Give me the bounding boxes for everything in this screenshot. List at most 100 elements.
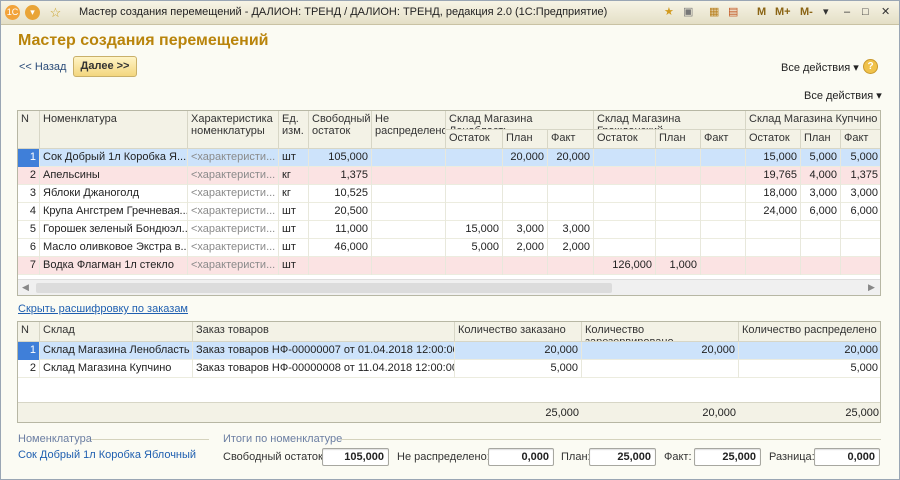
- back-button[interactable]: << Назад: [19, 61, 66, 73]
- table-cell-wh: Склад Магазина Купчино: [40, 360, 193, 378]
- table-cell-w1-1: 2,000: [503, 239, 548, 257]
- undistributed-field[interactable]: 0,000: [488, 448, 554, 466]
- col-header-n[interactable]: N: [18, 322, 40, 342]
- difference-label: Разница:: [769, 451, 815, 463]
- free-rest-field[interactable]: 105,000: [322, 448, 389, 466]
- menu-dropdown-icon[interactable]: ▾: [25, 5, 40, 20]
- plan-label: План:: [561, 451, 591, 463]
- plan-field[interactable]: 25,000: [589, 448, 656, 466]
- table-cell-w2-1: [656, 149, 701, 167]
- table-cell-w1-2: 3,000: [548, 221, 594, 239]
- table-cell-undist: [372, 257, 446, 275]
- maximize-icon[interactable]: □: [862, 5, 869, 20]
- col-header-item[interactable]: Номенклатура: [40, 111, 188, 149]
- sub-header-plan[interactable]: План: [503, 130, 548, 149]
- table-cell-unit: кг: [279, 167, 309, 185]
- table-cell-w3-0: 19,765: [746, 167, 801, 185]
- col-header-undistributed[interactable]: Не распределено: [372, 111, 446, 149]
- next-button[interactable]: Далее >>: [73, 56, 137, 77]
- table-row[interactable]: 2 Склад Магазина Купчино Заказ товаров НФ-…: [18, 360, 880, 378]
- table-row[interactable]: 1 Сок Добрый 1л Коробка Я... <характеристи…: [18, 149, 880, 167]
- table-cell-undist: [372, 203, 446, 221]
- fact-field[interactable]: 25,000: [694, 448, 761, 466]
- table-cell-w1-2: 2,000: [548, 239, 594, 257]
- table-cell-w1-1: 20,000: [503, 149, 548, 167]
- table-cell-unit: кг: [279, 185, 309, 203]
- table-cell-n: 5: [18, 221, 40, 239]
- calculator-icon[interactable]: ▦: [709, 5, 719, 20]
- col-header-reserved[interactable]: Количество зарезервировано: [582, 322, 739, 342]
- table-cell-w2-1: [656, 185, 701, 203]
- scrollbar-thumb[interactable]: [36, 283, 612, 293]
- col-header-free[interactable]: Свободный остаток: [309, 111, 372, 149]
- col-header-ordered[interactable]: Количество заказано: [455, 322, 582, 342]
- scroll-left-icon[interactable]: ◀: [22, 282, 29, 293]
- col-header-characteristic[interactable]: Характеристика номенклатуры: [188, 111, 279, 149]
- table-cell-char: <характеристи...: [188, 167, 279, 185]
- table-cell-free: [309, 257, 372, 275]
- table-row[interactable]: 7 Водка Флагман 1л стекло <характеристи...…: [18, 257, 880, 275]
- table-cell-char: <характеристи...: [188, 239, 279, 257]
- table-cell-undist: [372, 185, 446, 203]
- sub-header-rest[interactable]: Остаток: [594, 130, 656, 149]
- table-cell-order: Заказ товаров НФ-00000008 от 11.04.2018 …: [193, 360, 455, 378]
- sub-header-rest[interactable]: Остаток: [746, 130, 801, 149]
- nomenclature-value[interactable]: Сок Добрый 1л Коробка Яблочный: [18, 449, 196, 461]
- col-header-n[interactable]: N: [18, 111, 40, 149]
- title-bar: 1C ▾ ☆ Мастер создания перемещений - ДАЛ…: [1, 1, 899, 25]
- table-cell-w3-0: [746, 257, 801, 275]
- col-header-wh3[interactable]: Склад Магазина Купчино: [746, 111, 880, 130]
- col-header-warehouse[interactable]: Склад: [40, 322, 193, 342]
- table-cell-n: 1: [18, 149, 40, 167]
- col-header-wh2[interactable]: Склад Магазина Гражданский: [594, 111, 746, 130]
- table-cell-w3-2: [841, 257, 880, 275]
- memory-minus-button[interactable]: M-: [800, 5, 813, 20]
- table-row[interactable]: 5 Горошек зеленый Бондюэл... <характеристи…: [18, 221, 880, 239]
- table-cell-w1-1: 3,000: [503, 221, 548, 239]
- sub-header-plan[interactable]: План: [656, 130, 701, 149]
- table-cell-unit: шт: [279, 239, 309, 257]
- sub-header-fact[interactable]: Факт: [548, 130, 594, 149]
- table-all-actions-menu[interactable]: Все действия ▾: [804, 89, 882, 102]
- col-header-wh1[interactable]: Склад Магазина Ленобласть: [446, 111, 594, 130]
- table-cell-w3-1: [801, 221, 841, 239]
- app-logo-icon[interactable]: 1C: [5, 5, 20, 20]
- sub-header-fact[interactable]: Факт: [701, 130, 746, 149]
- calendar-icon[interactable]: ▤: [728, 5, 738, 20]
- table-row[interactable]: 6 Масло оливковое Экстра в... <характерист…: [18, 239, 880, 257]
- all-actions-menu[interactable]: Все действия ▾: [781, 61, 859, 74]
- memory-m-button[interactable]: M: [757, 5, 766, 20]
- horizontal-scrollbar[interactable]: ◀ ▶: [18, 279, 880, 295]
- favorites-icon[interactable]: ★: [664, 5, 674, 20]
- table-row[interactable]: 4 Крупа Ангстрем Гречневая... <характерист…: [18, 203, 880, 221]
- table-cell-w3-2: [841, 221, 880, 239]
- col-header-order[interactable]: Заказ товаров: [193, 322, 455, 342]
- memory-plus-button[interactable]: M+: [775, 5, 791, 20]
- scroll-right-icon[interactable]: ▶: [868, 282, 875, 293]
- table-cell-item: Сок Добрый 1л Коробка Я...: [40, 149, 188, 167]
- table-row[interactable]: 2 Апельсины <характеристи... кг 1,375 19,765 4…: [18, 167, 880, 185]
- help-icon[interactable]: ?: [863, 59, 878, 74]
- sub-header-rest[interactable]: Остаток: [446, 130, 503, 149]
- favorite-star-icon[interactable]: ☆: [48, 5, 63, 20]
- table-cell-w3-2: 5,000: [841, 149, 880, 167]
- sub-header-plan[interactable]: План: [801, 130, 841, 149]
- table-row[interactable]: 1 Склад Магазина Ленобласть Заказ товаров …: [18, 342, 880, 360]
- divider: [91, 439, 209, 440]
- close-icon[interactable]: ✕: [881, 5, 890, 20]
- table-cell-n: 1: [18, 342, 40, 360]
- col-header-distributed[interactable]: Количество распределено: [739, 322, 880, 342]
- table-cell-w1-2: [548, 167, 594, 185]
- hide-orders-link[interactable]: Скрыть расшифровку по заказам: [18, 303, 188, 315]
- table-row[interactable]: 3 Яблоки Джаноголд <характеристи... кг 10,52…: [18, 185, 880, 203]
- table-cell-undist: [372, 167, 446, 185]
- col-header-unit[interactable]: Ед. изм.: [279, 111, 309, 149]
- table-cell-dist: 5,000: [739, 360, 880, 378]
- sub-header-fact[interactable]: Факт: [841, 130, 880, 149]
- table-cell-undist: [372, 221, 446, 239]
- difference-field[interactable]: 0,000: [814, 448, 880, 466]
- table-cell-unit: шт: [279, 203, 309, 221]
- history-icon[interactable]: ▣: [683, 5, 693, 20]
- chevron-down-icon[interactable]: ▾: [823, 5, 829, 20]
- minimize-icon[interactable]: –: [844, 5, 850, 20]
